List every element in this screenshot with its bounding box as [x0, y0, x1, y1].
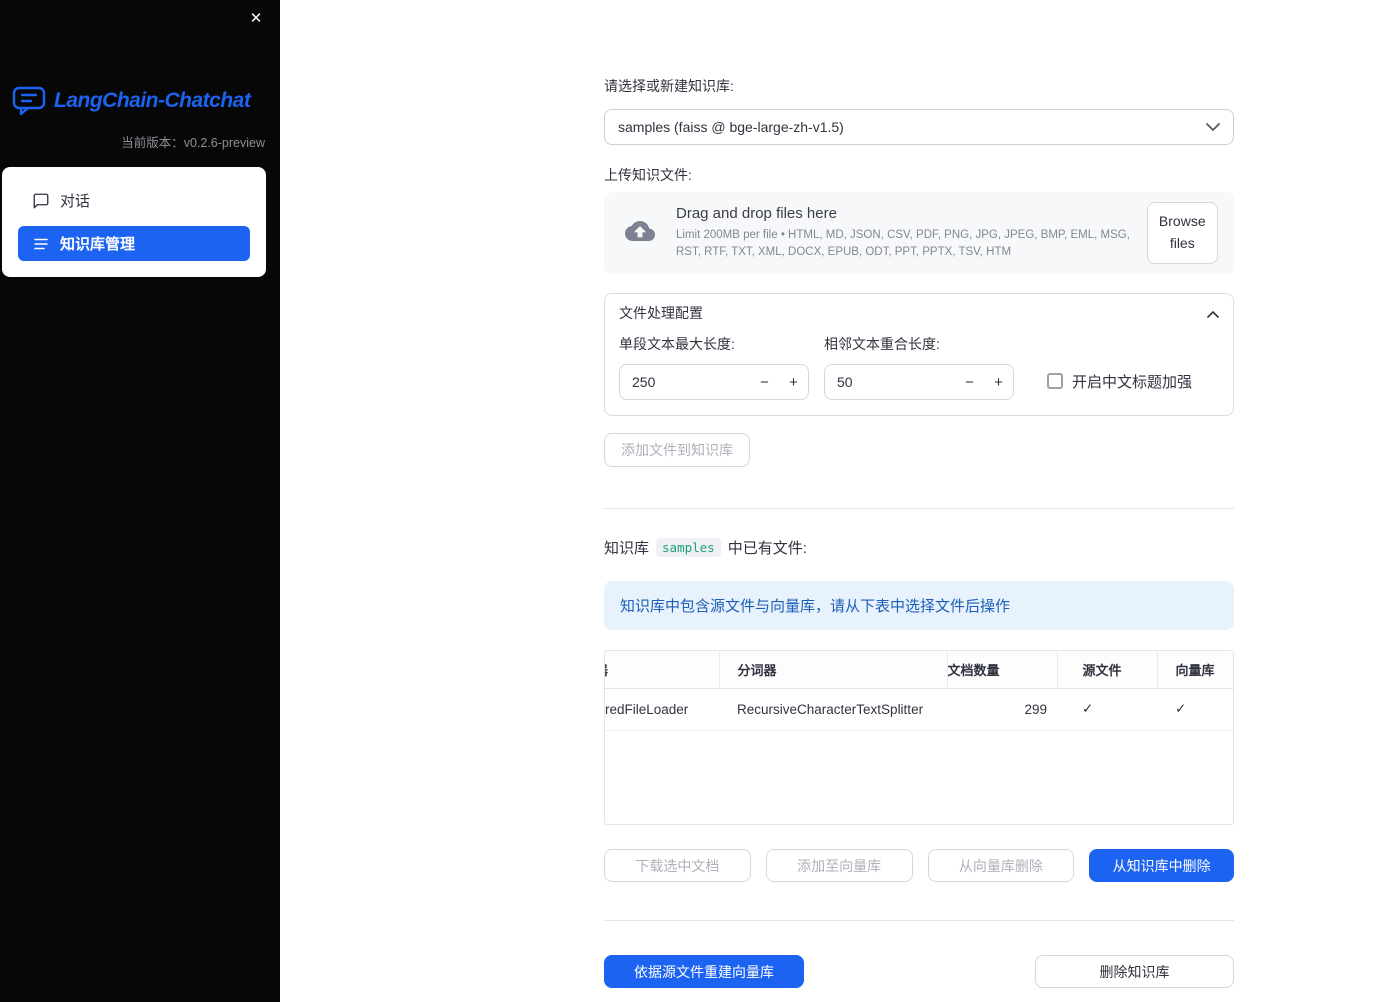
logo-chat-icon	[12, 86, 46, 116]
delete-from-kb-button[interactable]: 从知识库中删除	[1089, 849, 1234, 882]
zh-title-checkbox[interactable]	[1047, 373, 1063, 389]
file-actions: 下载选中文档 添加至向量库 从向量库删除 从知识库中删除	[604, 849, 1234, 882]
kb-name-code: samples	[656, 538, 721, 557]
info-banner: 知识库中包含源文件与向量库，请从下表中选择文件后操作	[604, 581, 1234, 630]
col-header-splitter[interactable]: 分词器	[719, 651, 948, 689]
main-content: 请选择或新建知识库: samples (faiss @ bge-large-zh…	[604, 0, 1234, 988]
sidebar-item-chat[interactable]: 对话	[18, 183, 250, 218]
expander-header[interactable]: 文件处理配置	[605, 294, 1233, 331]
table-header-row: 器 分词器 文档数量 源文件 向量库	[605, 651, 1233, 689]
expander-body: 单段文本最大长度: 250 − + 相邻文本重合长度: 50 − + 开启中文标…	[605, 331, 1233, 415]
col-header-doc-count[interactable]: 文档数量	[947, 651, 1058, 689]
delete-kb-button[interactable]: 删除知识库	[1035, 955, 1234, 988]
file-config-expander: 文件处理配置 单段文本最大长度: 250 − + 相邻文本重合长度: 50 − …	[604, 293, 1234, 416]
minus-icon[interactable]: −	[750, 365, 779, 399]
close-sidebar-icon[interactable]: ✕	[244, 6, 268, 30]
app-logo: LangChain-Chatchat	[0, 86, 280, 116]
browse-files-button[interactable]: Browse files	[1146, 202, 1218, 264]
cloud-upload-icon	[620, 216, 660, 251]
zh-title-checkbox-label: 开启中文标题加强	[1072, 373, 1193, 391]
kb-select-label: 请选择或新建知识库:	[604, 78, 734, 94]
minus-icon[interactable]: −	[955, 365, 984, 399]
nav-label-knowledge-base: 知识库管理	[60, 236, 136, 253]
chevron-down-icon	[1206, 118, 1220, 136]
overlap-value[interactable]: 50	[825, 374, 955, 390]
divider	[604, 920, 1234, 921]
chevron-up-icon	[1207, 305, 1219, 321]
kb-files-suffix: 中已有文件:	[727, 540, 807, 557]
logo-text: LangChain-Chatchat	[54, 89, 251, 112]
table-row[interactable]: redFileLoader RecursiveCharacterTextSpli…	[605, 688, 1233, 731]
download-selected-button[interactable]: 下载选中文档	[604, 849, 751, 882]
kb-bottom-actions: 依据源文件重建向量库 删除知识库	[604, 955, 1234, 988]
plus-icon[interactable]: +	[984, 365, 1013, 399]
overlap-input: 50 − +	[824, 364, 1014, 400]
check-icon: ✓	[1057, 688, 1157, 731]
file-dropzone[interactable]: Drag and drop files here Limit 200MB per…	[604, 192, 1234, 274]
zh-title-checkbox-row: 开启中文标题加强	[1047, 362, 1192, 400]
overlap-field: 相邻文本重合长度: 50 − +	[824, 334, 1014, 400]
sidebar-item-knowledge-base[interactable]: 知识库管理	[18, 226, 250, 261]
add-files-button[interactable]: 添加文件到知识库	[604, 433, 750, 467]
chat-bubble-icon	[32, 192, 50, 210]
sidebar-nav: 对话 知识库管理	[2, 167, 266, 277]
max-length-field: 单段文本最大长度: 250 − +	[619, 334, 809, 400]
rebuild-vector-store-button[interactable]: 依据源文件重建向量库	[604, 955, 804, 988]
col-header-loader[interactable]: 器	[605, 651, 720, 689]
dropzone-limits: Limit 200MB per file • HTML, MD, JSON, C…	[676, 229, 1130, 258]
divider	[604, 508, 1234, 509]
kb-files-prefix: 知识库	[604, 540, 650, 557]
kb-select[interactable]: samples (faiss @ bge-large-zh-v1.5)	[604, 109, 1234, 145]
kb-select-value: samples (faiss @ bge-large-zh-v1.5)	[618, 119, 844, 135]
delete-from-vector-store-button[interactable]: 从向量库删除	[927, 849, 1075, 882]
dropzone-title: Drag and drop files here	[676, 205, 837, 223]
col-header-vector-store[interactable]: 向量库	[1157, 651, 1233, 689]
max-length-value[interactable]: 250	[620, 374, 750, 390]
sidebar: ✕ LangChain-Chatchat 当前版本：v0.2.6-preview…	[0, 0, 280, 1002]
plus-icon[interactable]: +	[779, 365, 808, 399]
expander-title: 文件处理配置	[619, 304, 703, 321]
cell-doc-count: 299	[947, 688, 1057, 731]
dropzone-text: Drag and drop files here Limit 200MB per…	[676, 205, 1131, 260]
files-table: 器 分词器 文档数量 源文件 向量库 redFileLoader Recursi…	[604, 650, 1234, 825]
max-length-label: 单段文本最大长度:	[619, 336, 735, 352]
max-length-input: 250 − +	[619, 364, 809, 400]
kb-files-heading: 知识库 samples 中已有文件:	[604, 537, 1234, 558]
list-icon	[32, 235, 50, 253]
upload-label: 上传知识文件:	[604, 167, 692, 183]
nav-label-chat: 对话	[60, 193, 91, 210]
overlap-label: 相邻文本重合长度:	[824, 336, 940, 352]
cell-splitter: RecursiveCharacterTextSplitter	[719, 688, 947, 731]
add-to-vector-store-button[interactable]: 添加至向量库	[765, 849, 913, 882]
version-label: 当前版本：v0.2.6-preview	[121, 136, 265, 150]
col-header-source-file[interactable]: 源文件	[1057, 651, 1158, 689]
cell-loader: redFileLoader	[605, 688, 719, 731]
check-icon: ✓	[1157, 688, 1233, 731]
